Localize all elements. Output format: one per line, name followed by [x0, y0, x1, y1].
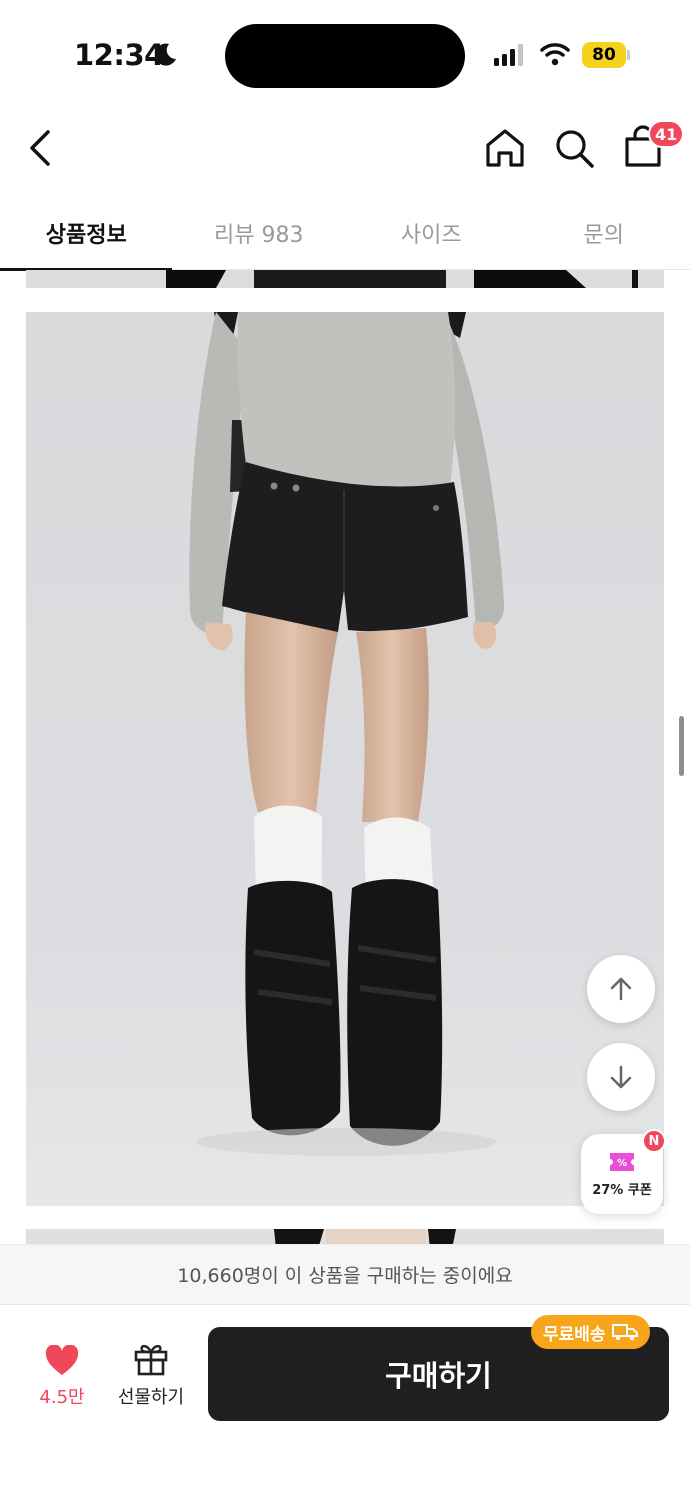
product-photo: [26, 312, 664, 1206]
gift-icon: [134, 1344, 168, 1376]
free-shipping-label: 무료배송: [543, 1324, 606, 1345]
bottom-action-bar: 4.5만 선물하기 구매하기 무료배송: [0, 1304, 690, 1500]
like-count: 4.5만: [39, 1387, 85, 1408]
home-button[interactable]: [483, 126, 527, 170]
gift-button[interactable]: 선물하기: [112, 1341, 190, 1415]
dynamic-island: [225, 24, 465, 88]
heart-icon: [45, 1345, 79, 1375]
back-button[interactable]: [22, 124, 62, 172]
status-bar: 12:34 80: [0, 0, 690, 105]
coupon-ticket-icon: %: [610, 1152, 634, 1171]
tab-product-info[interactable]: 상품정보: [0, 196, 173, 271]
coupon-label: 27% 쿠폰: [592, 1182, 652, 1198]
truck-icon: [611, 1324, 638, 1341]
home-icon: [486, 129, 524, 167]
arrow-up-icon: [610, 977, 632, 1001]
like-button[interactable]: 4.5만: [30, 1345, 94, 1415]
search-button[interactable]: [552, 126, 596, 170]
cellular-signal-icon: [494, 44, 526, 70]
chevron-left-icon: [30, 130, 50, 166]
free-shipping-badge: 무료배송: [531, 1315, 650, 1349]
battery-tip: [627, 50, 630, 60]
scroll-down-button[interactable]: [587, 1043, 655, 1111]
wifi-icon: [540, 42, 570, 70]
search-icon: [556, 130, 594, 168]
moon-icon: [153, 41, 179, 71]
coupon-new-badge: N: [642, 1129, 666, 1153]
product-tabs: 상품정보 리뷰 983 사이즈 문의: [0, 196, 690, 271]
battery-level: 80: [592, 45, 616, 65]
purchase-notice: 10,660명이 이 상품을 구매하는 중이에요: [0, 1244, 690, 1304]
scrollbar[interactable]: [679, 716, 684, 776]
status-time: 12:34: [74, 38, 164, 72]
tab-inquiry[interactable]: 문의: [518, 196, 690, 270]
arrow-down-icon: [610, 1065, 632, 1089]
scroll-up-button[interactable]: [587, 955, 655, 1023]
battery-indicator: 80: [582, 42, 626, 68]
tab-reviews[interactable]: 리뷰 983: [173, 196, 346, 270]
gift-label: 선물하기: [117, 1387, 185, 1408]
cart-count-badge: 41: [648, 120, 685, 148]
tab-size[interactable]: 사이즈: [345, 196, 518, 270]
svg-text:%: %: [617, 1158, 627, 1169]
product-photo-previous: [26, 270, 664, 288]
